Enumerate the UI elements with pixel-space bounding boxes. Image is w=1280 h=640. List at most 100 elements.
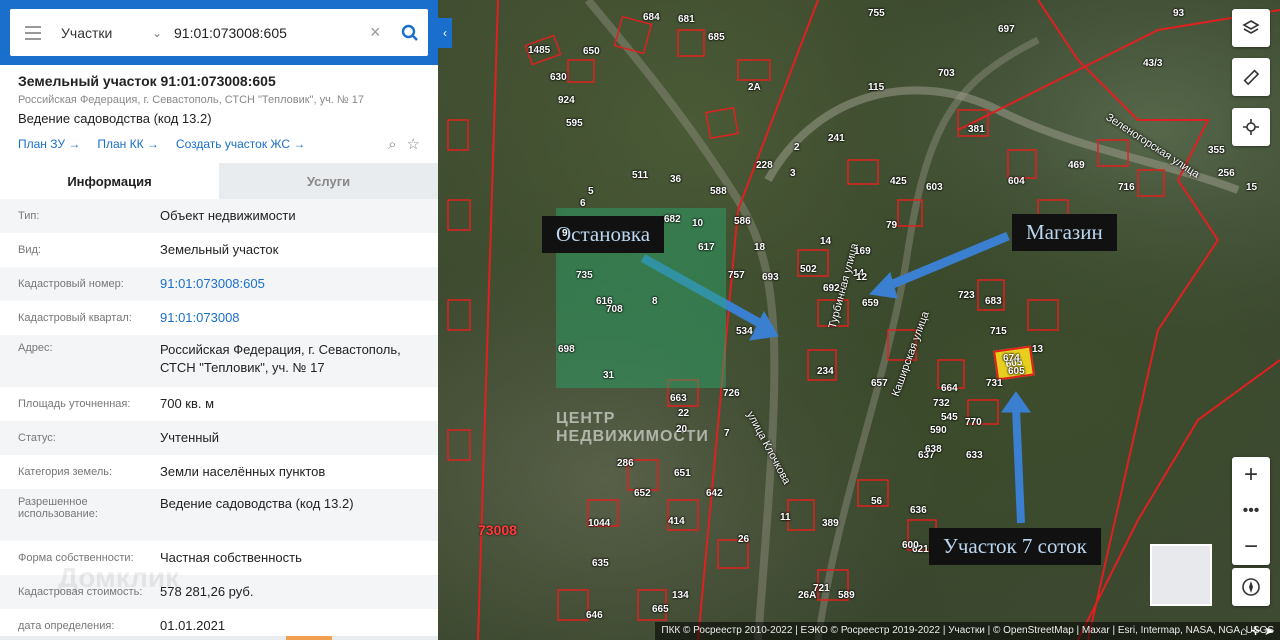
parcel-number-label: 617 bbox=[698, 242, 715, 253]
search-button[interactable] bbox=[392, 24, 428, 42]
parcel-number-label: 735 bbox=[576, 270, 593, 281]
tab-information[interactable]: Информация bbox=[0, 163, 219, 199]
callout-stop: Остановка bbox=[542, 216, 665, 253]
star-icon[interactable]: ☆ bbox=[407, 135, 420, 153]
parcel-number-label: 642 bbox=[706, 488, 723, 499]
parcel-number-label: 731 bbox=[986, 378, 1003, 389]
parcel-number-label: 636 bbox=[910, 505, 927, 516]
parcel-number-label: 381 bbox=[968, 124, 985, 135]
parcel-number-label: 697 bbox=[998, 24, 1015, 35]
parcel-number-label: 169 bbox=[854, 246, 871, 257]
row-value: Земли населённых пунктов bbox=[160, 464, 326, 479]
info-panel: Участки ⌄ 91:01:073008:605 × Земельный у… bbox=[0, 0, 438, 640]
menu-icon[interactable] bbox=[10, 25, 56, 40]
parcel-number-label: 665 bbox=[652, 604, 669, 615]
parcel-number-label: 10 bbox=[692, 218, 704, 229]
search-icon bbox=[401, 24, 418, 41]
row-key: Статус: bbox=[18, 432, 56, 444]
parcel-number-label: 683 bbox=[985, 296, 1002, 307]
clear-icon[interactable]: × bbox=[370, 22, 392, 43]
table-row: Категория земель: Земли населённых пункто… bbox=[0, 455, 438, 489]
plan-zu-link[interactable]: План ЗУ → bbox=[18, 137, 80, 151]
parcel-number-label: 633 bbox=[966, 450, 983, 461]
row-key: Тип: bbox=[18, 210, 40, 222]
map-view[interactable]: ЦЕНТР НЕДВИЖИМОСТИ Остановка Магазин Учас… bbox=[438, 0, 1280, 640]
object-address: Российская Федерация, г. Севастополь, СТ… bbox=[18, 94, 365, 106]
row-key: Площадь уточненная: bbox=[18, 398, 131, 410]
locate-button[interactable] bbox=[1232, 108, 1270, 146]
parcel-number-label: 595 bbox=[566, 118, 583, 129]
ruler-button[interactable] bbox=[1232, 58, 1270, 96]
parcel-number-label: 93 bbox=[1173, 8, 1185, 19]
row-key: Разрешенное использование: bbox=[18, 496, 98, 520]
parcel-number-label: 770 bbox=[965, 417, 982, 428]
parcel-number-label: 511 bbox=[632, 170, 649, 181]
search-input[interactable]: 91:01:073008:605 bbox=[170, 25, 370, 41]
home-icon[interactable]: ⌂ bbox=[1240, 624, 1247, 638]
row-value: 700 кв. м bbox=[160, 396, 215, 411]
parcel-number-label: 36 bbox=[670, 174, 682, 185]
parcel-number-label: 11 bbox=[780, 512, 791, 523]
cadastral-quarter-link[interactable]: 91:01:073008 bbox=[160, 309, 438, 327]
parcel-number-label: 13 bbox=[1032, 344, 1044, 355]
parcel-number-label: 15 bbox=[1246, 182, 1258, 193]
collapse-panel-button[interactable]: ‹ bbox=[438, 18, 452, 48]
parcel-number-label: 693 bbox=[762, 272, 779, 283]
parcel-number-label: 2 bbox=[794, 142, 800, 153]
parcel-number-label: 635 bbox=[592, 558, 609, 569]
parcel-number-label: 1044 bbox=[588, 518, 611, 529]
parcel-number-label: 605 bbox=[1008, 366, 1025, 377]
parcel-number-label: 414 bbox=[668, 516, 685, 527]
zoom-control: + ••• − bbox=[1232, 457, 1270, 565]
callout-shop: Магазин bbox=[1012, 214, 1117, 251]
parcel-number-label: 652 bbox=[634, 488, 651, 499]
crosshair-icon bbox=[1243, 119, 1259, 135]
quarter-label: 73008 bbox=[478, 522, 517, 538]
chevron-down-icon[interactable]: ⌄ bbox=[152, 26, 170, 40]
row-key: Адрес: bbox=[18, 342, 53, 354]
parcel-number-label: 589 bbox=[838, 590, 855, 601]
parcel-number-label: 715 bbox=[990, 326, 1007, 337]
parcel-number-label: 664 bbox=[941, 383, 958, 394]
parcel-number-label: 7 bbox=[724, 428, 730, 439]
tab-services[interactable]: Услуги bbox=[219, 163, 438, 199]
more-button[interactable]: ••• bbox=[1232, 493, 1270, 529]
parcel-number-label: 604 bbox=[1008, 176, 1025, 187]
parcel-number-label: 425 bbox=[890, 176, 907, 187]
parcel-number-label: 600 bbox=[902, 540, 919, 551]
parcel-number-label: 134 bbox=[672, 590, 689, 601]
parcel-number-label: 469 bbox=[1068, 160, 1085, 171]
navigate-icon[interactable]: ➤ bbox=[1264, 624, 1274, 638]
row-key: Вид: bbox=[18, 244, 41, 256]
table-row: Статус: Учтенный bbox=[0, 421, 438, 455]
plan-kk-link[interactable]: План КК → bbox=[97, 137, 159, 151]
parcel-number-label: 43/3 bbox=[1143, 58, 1163, 69]
layers-button[interactable] bbox=[1232, 9, 1270, 47]
ruler-icon bbox=[1243, 69, 1260, 86]
zoom-in-button[interactable]: + bbox=[1232, 457, 1270, 493]
row-value: Объект недвижимости bbox=[160, 208, 296, 223]
parcel-number-label: 924 bbox=[558, 95, 575, 106]
parcel-number-label: 586 bbox=[734, 216, 751, 227]
row-value: Российская Федерация, г. Севастополь, СТ… bbox=[160, 342, 401, 375]
parcel-number-label: 684 bbox=[643, 12, 660, 23]
parcel-number-label: 716 bbox=[1118, 182, 1135, 193]
parcel-number-label: 389 bbox=[822, 518, 839, 529]
search-bar: Участки ⌄ 91:01:073008:605 × bbox=[0, 0, 438, 65]
create-parcel-link[interactable]: Создать участок ЖС → bbox=[176, 137, 305, 151]
compass-button[interactable] bbox=[1232, 568, 1270, 606]
table-row: Кадастровый квартал: 91:01:073008 bbox=[0, 301, 438, 335]
row-value: Ведение садоводства (код 13.2) bbox=[160, 496, 354, 511]
cadastral-number-link[interactable]: 91:01:073008:605 bbox=[160, 275, 438, 293]
target-icon[interactable]: ✛ bbox=[1251, 624, 1261, 638]
parcel-number-label: 703 bbox=[938, 68, 955, 79]
row-value: 01.01.2021 bbox=[160, 618, 226, 633]
category-select[interactable]: Участки bbox=[56, 25, 152, 41]
zoom-out-button[interactable]: − bbox=[1232, 529, 1270, 565]
parcel-number-label: 657 bbox=[871, 378, 888, 389]
object-use: Ведение садоводства (код 13.2) bbox=[18, 111, 212, 126]
parcel-number-label: 638 bbox=[925, 444, 942, 455]
minimap[interactable] bbox=[1150, 544, 1212, 606]
parcel-number-label: 692 bbox=[823, 283, 840, 294]
zoom-to-object-icon[interactable]: ⌕ bbox=[388, 136, 396, 153]
